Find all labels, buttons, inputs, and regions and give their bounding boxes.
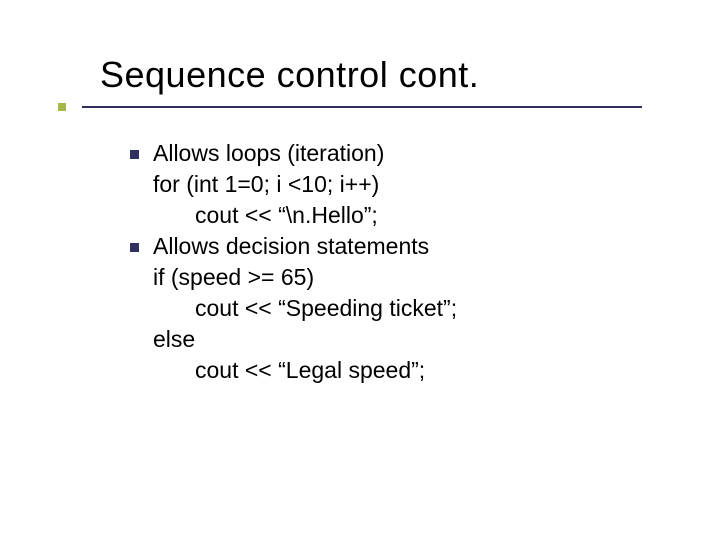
bullet-item: Allows decision statements if (speed >= …	[130, 231, 720, 386]
code-line: if (speed >= 65)	[153, 262, 720, 293]
code-line: cout << “Speeding ticket”;	[153, 293, 720, 324]
bullet-item: Allows loops (iteration) for (int 1=0; i…	[130, 138, 720, 231]
bullet-heading: Allows decision statements	[153, 231, 720, 262]
code-line: cout << “\n.Hello”;	[153, 200, 720, 231]
code-line: for (int 1=0; i <10; i++)	[153, 169, 720, 200]
code-line: cout << “Legal speed”;	[153, 355, 720, 386]
title-underline	[82, 106, 642, 108]
slide-body: Allows loops (iteration) for (int 1=0; i…	[0, 108, 720, 386]
code-line: else	[153, 324, 720, 355]
title-area: Sequence control cont.	[0, 0, 720, 96]
square-bullet-icon	[130, 150, 139, 159]
slide: Sequence control cont. Allows loops (ite…	[0, 0, 720, 540]
bullet-content: Allows decision statements if (speed >= …	[153, 231, 720, 386]
bullet-heading: Allows loops (iteration)	[153, 138, 720, 169]
square-bullet-icon	[130, 243, 139, 252]
slide-title: Sequence control cont.	[100, 54, 720, 96]
bullet-content: Allows loops (iteration) for (int 1=0; i…	[153, 138, 720, 231]
